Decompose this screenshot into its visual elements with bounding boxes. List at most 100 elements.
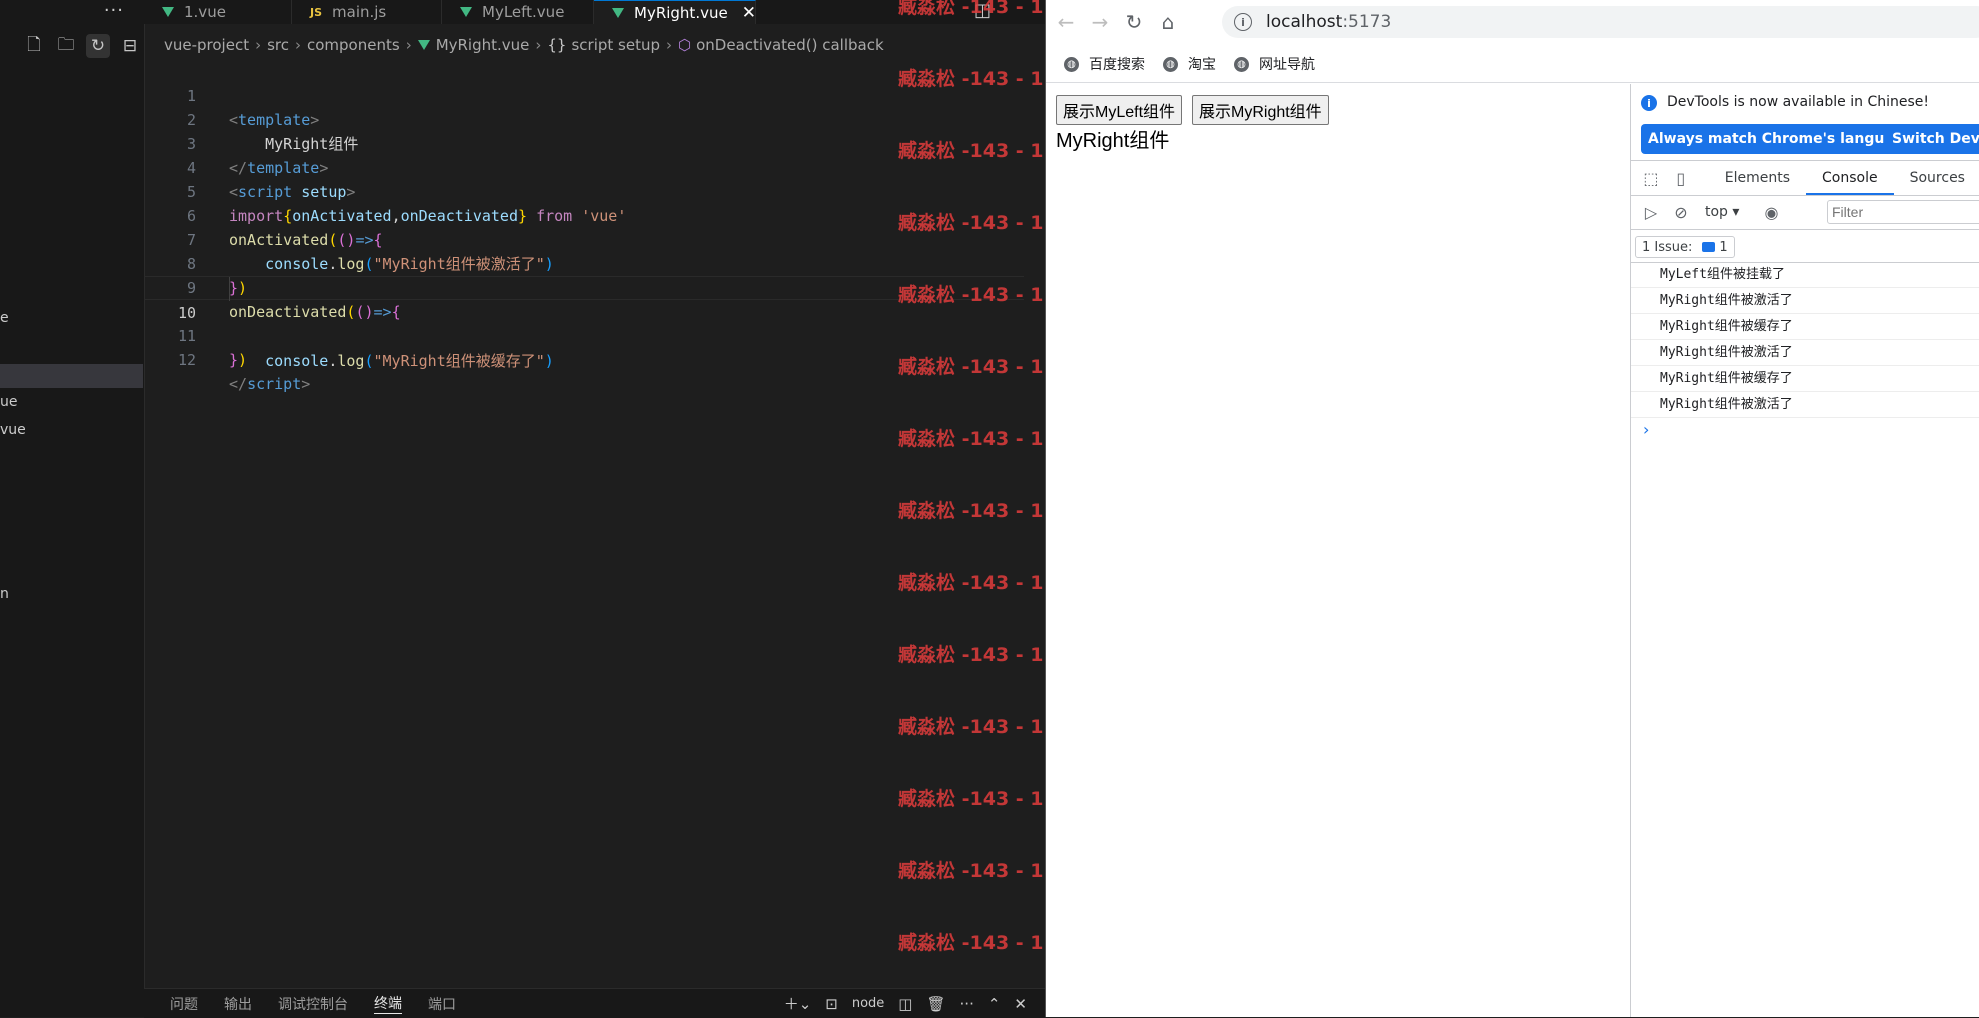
code-line: 11 }) (144, 300, 1024, 369)
info-icon: i (1641, 95, 1657, 111)
new-file-icon[interactable]: 🗋 (22, 34, 46, 58)
tree-item-fragment[interactable]: n (0, 586, 9, 602)
bottom-panel-tabs: 问题 输出 调试控制台 终端 端口 ＋⌄ ⊡ node ◫ 🗑 ··· ⌃ ✕ (144, 988, 1045, 1018)
tab-sources[interactable]: Sources (1894, 161, 1979, 195)
bookmark-item[interactable]: ◍ 网址导航 (1234, 54, 1315, 74)
breadcrumb-item[interactable]: vue-project (164, 36, 249, 54)
show-myleft-button[interactable]: 展示MyLeft组件 (1056, 95, 1183, 125)
tree-item-fragment[interactable]: ue (0, 394, 18, 410)
reload-icon[interactable]: ↻ (1120, 8, 1148, 36)
tab-debug-console[interactable]: 调试控制台 (278, 994, 348, 1014)
globe-icon: ◍ (1234, 56, 1249, 72)
breadcrumb: vue-project › src › components › MyRight… (164, 36, 884, 54)
breadcrumb-item[interactable]: onDeactivated() callback (696, 36, 884, 54)
js-file-icon: JS (310, 5, 323, 19)
address-bar[interactable]: i localhost:5173 (1222, 6, 1979, 38)
context-label: top (1705, 204, 1728, 220)
collapse-all-icon[interactable]: ⊟ (118, 34, 142, 58)
console-filter-input[interactable] (1827, 200, 1979, 224)
maximize-panel-icon[interactable]: ⌃ (988, 995, 1001, 1013)
myright-component-text: MyRight组件 (1056, 130, 1170, 152)
console-message[interactable]: MyRight组件被缓存了 (1631, 314, 1979, 340)
console-message[interactable]: MyRight组件被激活了 (1631, 392, 1979, 418)
context-selector[interactable]: top ▾ (1705, 204, 1739, 220)
tab-elements[interactable]: Elements (1709, 161, 1806, 195)
refresh-icon[interactable]: ↻ (86, 34, 110, 58)
tab-myright-vue[interactable]: MyRight.vue ✕ (594, 0, 756, 24)
code-line: 2 MyRight组件 (144, 84, 1024, 153)
console-prompt[interactable]: › (1631, 418, 1979, 442)
tab-main-js[interactable]: JS main.js (292, 0, 442, 24)
clear-console-icon[interactable]: ⊘ (1671, 202, 1691, 222)
issues-chip[interactable]: 1 Issue: 1 (1635, 236, 1735, 258)
issues-count: 1 (1719, 239, 1728, 255)
more-actions-icon[interactable]: ··· (960, 995, 974, 1013)
console-message[interactable]: MyRight组件被激活了 (1631, 288, 1979, 314)
always-match-language-button[interactable]: Always match Chrome's language (1641, 124, 1921, 154)
console-message[interactable]: MyRight组件被缓存了 (1631, 366, 1979, 392)
eye-icon[interactable]: ◉ (1761, 202, 1781, 222)
url-text[interactable]: localhost:5173 (1266, 12, 1391, 32)
more-actions-icon[interactable]: ··· (104, 0, 124, 21)
code-line: 9 onDeactivated(()=>{ (144, 252, 1024, 321)
show-myright-button[interactable]: 展示MyRight组件 (1192, 95, 1329, 125)
code-line: 5 import{onActivated,onDeactivated} from… (144, 156, 1024, 225)
tree-item-fragment[interactable]: e (0, 310, 9, 326)
url-host: localhost (1266, 12, 1343, 32)
forward-arrow-icon[interactable]: → (1086, 8, 1114, 36)
tab-output[interactable]: 输出 (224, 994, 252, 1014)
tree-item-selected[interactable] (0, 364, 143, 388)
code-token: "MyRight组件被缓存了" (373, 352, 545, 370)
devtools-panel: i DevTools is now available in Chinese! … (1630, 84, 1979, 1017)
close-panel-icon[interactable]: ✕ (1014, 995, 1027, 1013)
tab-problems[interactable]: 问题 (170, 994, 198, 1014)
tab-myleft-vue[interactable]: MyLeft.vue (442, 0, 594, 24)
vue-file-icon (612, 7, 624, 18)
bookmark-item[interactable]: ◍ 百度搜索 (1064, 54, 1145, 74)
split-editor-icon[interactable]: ◫ (974, 0, 996, 22)
terminal-name[interactable]: node (852, 996, 884, 1011)
tab-console[interactable]: Console (1806, 161, 1894, 195)
breadcrumb-item[interactable]: MyRight.vue (436, 36, 530, 54)
code-line: 12 </script> (144, 324, 1024, 393)
site-info-icon[interactable]: i (1234, 13, 1252, 31)
inspect-element-icon[interactable]: ⬚ (1641, 168, 1661, 188)
new-folder-icon[interactable]: 🗀 (54, 34, 78, 58)
bookmark-item[interactable]: ◍ 淘宝 (1163, 54, 1216, 74)
tab-ports[interactable]: 端口 (428, 994, 456, 1014)
home-icon[interactable]: ⌂ (1154, 8, 1182, 36)
console-message[interactable]: MyRight组件被激活了 (1631, 340, 1979, 366)
bookmarks-bar: ◍ 百度搜索 ◍ 淘宝 ◍ 网址导航 (1046, 46, 1979, 83)
bookmark-label: 百度搜索 (1089, 57, 1145, 73)
tab-label: MyRight.vue (634, 3, 728, 22)
close-icon[interactable]: ✕ (742, 3, 756, 23)
add-terminal-icon[interactable]: ＋⌄ (784, 993, 812, 1014)
chevron-right-icon: › (405, 36, 412, 54)
console-message[interactable]: MyLeft组件被挂载了 (1631, 262, 1979, 288)
breadcrumb-item[interactable]: components (307, 36, 400, 54)
back-arrow-icon[interactable]: ← (1052, 8, 1080, 36)
issues-bar: 1 Issue: 1 (1631, 230, 1979, 263)
chevron-right-icon: › (255, 36, 262, 54)
terminal-icon: ⊡ (825, 994, 838, 1013)
editor-tabbar: 1.vue JS main.js MyLeft.vue MyRight.vue … (144, 0, 1045, 24)
tab-label: main.js (332, 3, 387, 21)
console-toolbar: ▷ ⊘ top ▾ ◉ (1631, 195, 1979, 230)
sidebar-toggle-icon[interactable]: ▷ (1641, 202, 1661, 222)
breadcrumb-item[interactable]: src (267, 36, 289, 54)
tab-label: MyLeft.vue (482, 3, 565, 21)
globe-icon: ◍ (1163, 56, 1178, 72)
tree-item-fragment[interactable]: vue (0, 422, 26, 438)
tab-terminal[interactable]: 终端 (374, 993, 402, 1014)
device-toolbar-icon[interactable]: ▯ (1671, 168, 1691, 188)
switch-devtools-button[interactable]: Switch DevTools (1885, 124, 1979, 154)
code-editor[interactable]: 1 <template> 2 MyRight组件 3 </template> 4… (144, 60, 1024, 393)
browser-window: ← → ↻ ⌂ i localhost:5173 ◍ 百度搜索 ◍ 淘宝 ◍ 网址导航… (1045, 0, 1979, 1017)
breadcrumb-item[interactable]: script setup (571, 36, 660, 54)
code-token: console (265, 352, 329, 370)
devtools-tabs: ⬚ ▯ Elements Console Sources (1631, 160, 1979, 196)
split-terminal-icon[interactable]: ◫ (898, 995, 912, 1013)
indent-guide (229, 277, 230, 301)
trash-icon[interactable]: 🗑 (926, 995, 945, 1013)
tab-1-vue[interactable]: 1.vue (144, 0, 292, 24)
